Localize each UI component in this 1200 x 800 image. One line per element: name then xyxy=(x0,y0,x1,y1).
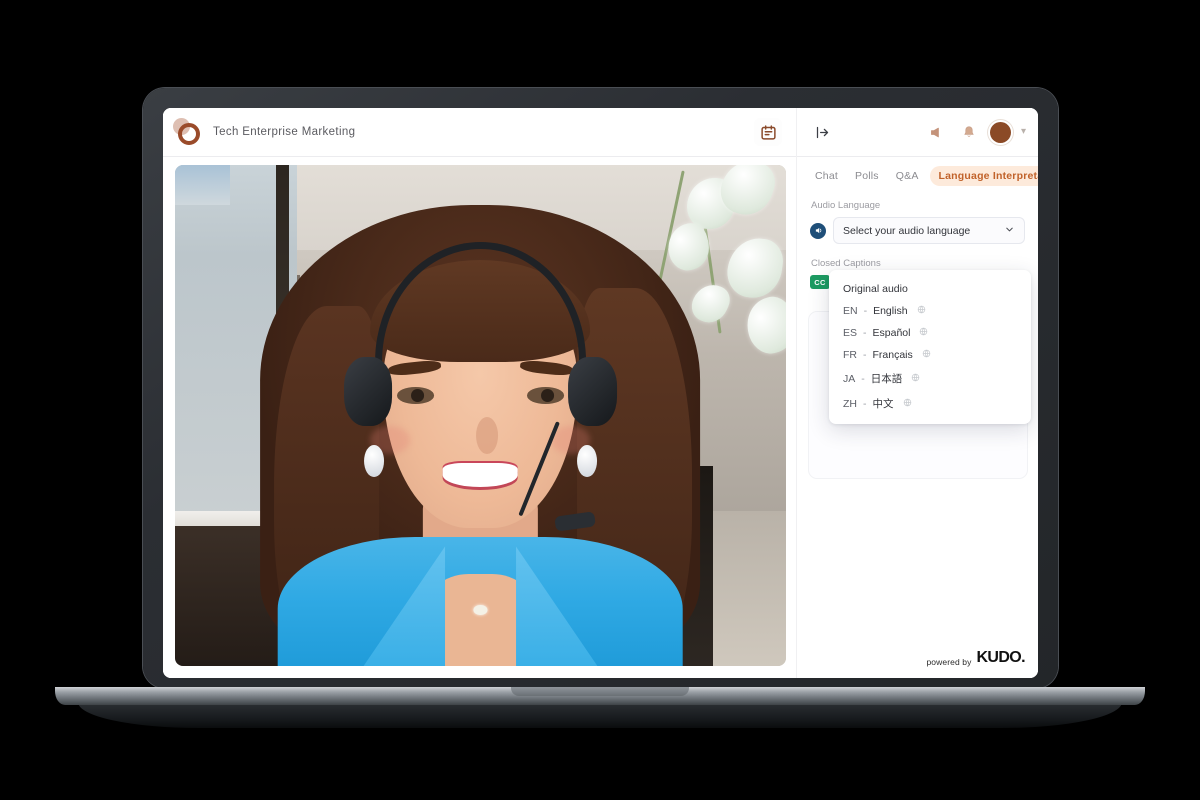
bell-icon[interactable] xyxy=(958,121,980,143)
calendar-icon[interactable] xyxy=(754,118,782,146)
dropdown-option-fr[interactable]: FR - Français xyxy=(829,344,1031,366)
dropdown-option-original[interactable]: Original audio xyxy=(829,278,1031,300)
page-title: Tech Enterprise Marketing xyxy=(213,126,356,138)
laptop-base xyxy=(55,687,1145,705)
screenshot-root: Tech Enterprise Marketing ▾ Chat Polls Q… xyxy=(0,0,1200,800)
kudo-rings-logo-icon xyxy=(173,118,201,146)
dropdown-option-ja[interactable]: JA - 日本語 xyxy=(829,366,1031,391)
video-stage xyxy=(163,157,796,678)
globe-icon xyxy=(922,349,931,361)
video-scene xyxy=(175,165,786,666)
speaker-video-tile[interactable] xyxy=(175,165,786,666)
audio-language-select[interactable]: Select your audio language xyxy=(833,217,1025,244)
meeting-app: Tech Enterprise Marketing ▾ Chat Polls Q… xyxy=(163,108,1038,678)
audio-language-select-value: Select your audio language xyxy=(843,224,971,237)
dropdown-option-en[interactable]: EN - English xyxy=(829,300,1031,322)
globe-icon xyxy=(903,398,912,410)
laptop-foot-shadow xyxy=(78,702,1122,728)
megaphone-icon[interactable] xyxy=(926,121,948,143)
audio-language-label: Audio Language xyxy=(811,200,881,211)
chevron-down-icon[interactable]: ▾ xyxy=(1021,127,1026,137)
chevron-down-icon xyxy=(1004,224,1015,238)
app-topbar: Tech Enterprise Marketing xyxy=(163,108,796,157)
tab-language-interpretation[interactable]: Language Interpretation xyxy=(929,166,1038,186)
globe-icon xyxy=(917,305,926,317)
side-panel-header: ▾ xyxy=(797,108,1038,157)
side-panel: ▾ Chat Polls Q&A Language Interpretation… xyxy=(796,108,1038,678)
user-avatar[interactable] xyxy=(989,121,1011,143)
audio-language-dropdown[interactable]: Original audio EN - English ES - Español… xyxy=(829,270,1031,424)
speaker-figure xyxy=(260,205,701,666)
tab-chat[interactable]: Chat xyxy=(809,167,844,185)
brand: Tech Enterprise Marketing xyxy=(173,118,355,146)
speaker-icon xyxy=(810,222,826,239)
kudo-wordmark: KUDO. xyxy=(976,649,1025,666)
tab-qa[interactable]: Q&A xyxy=(890,167,925,185)
globe-icon xyxy=(911,373,920,385)
tab-polls[interactable]: Polls xyxy=(849,167,885,185)
cc-badge[interactable]: CC xyxy=(810,275,830,289)
globe-icon xyxy=(919,327,928,339)
closed-captions-label: Closed Captions xyxy=(811,258,881,269)
dropdown-option-es[interactable]: ES - Español xyxy=(829,322,1031,344)
audio-language-row: Select your audio language xyxy=(810,217,1025,244)
laptop-screen: Tech Enterprise Marketing ▾ Chat Polls Q… xyxy=(163,108,1038,678)
panel-tabs: Chat Polls Q&A Language Interpretation xyxy=(797,157,1038,192)
dropdown-option-zh[interactable]: ZH - 中文 xyxy=(829,391,1031,416)
panel-body: Audio Language Select your audio languag… xyxy=(797,192,1038,678)
stage-column: Tech Enterprise Marketing xyxy=(163,108,796,678)
powered-by-kudo: powered by KUDO. xyxy=(926,649,1025,667)
powered-by-label: powered by xyxy=(926,657,972,667)
collapse-panel-icon[interactable] xyxy=(811,121,833,143)
